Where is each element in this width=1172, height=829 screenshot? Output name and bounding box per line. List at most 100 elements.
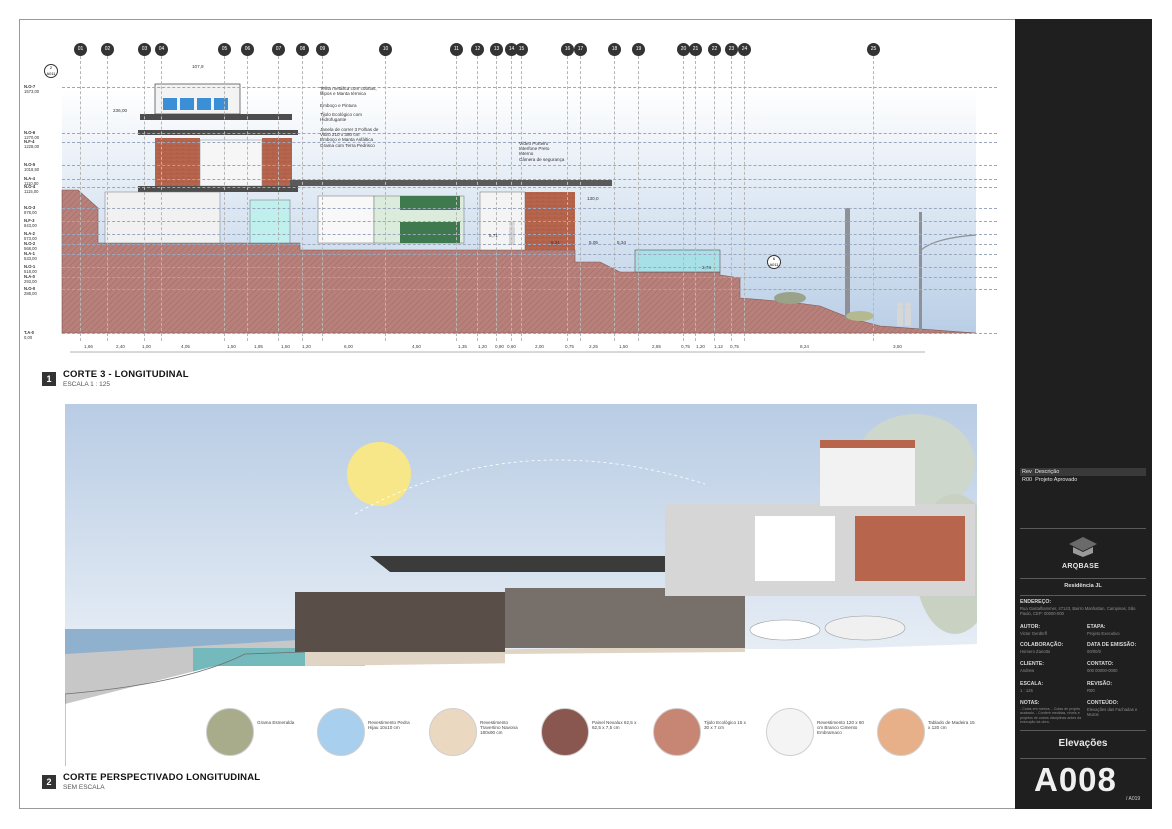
- level-marker: N.O-2 568,00: [24, 241, 37, 251]
- level-value: 1228,00: [24, 144, 40, 149]
- level-line: [62, 179, 997, 180]
- dimension-value: 0,90: [495, 344, 504, 349]
- level-annotation: 5,71: [489, 233, 498, 238]
- data-value: 00/00/0: [1087, 649, 1101, 654]
- grid-line: [873, 56, 874, 341]
- level-marker: N.O-4 1115,00: [24, 184, 39, 194]
- divider: [1020, 730, 1146, 731]
- level-marker: N.O-3 878,00: [24, 205, 37, 215]
- dimension-value: 8,24: [800, 344, 809, 349]
- conteudo-value: Elevações das Fachadas e Muros: [1087, 707, 1138, 717]
- dimension-value: 1,50: [281, 344, 290, 349]
- divider: [1020, 528, 1146, 529]
- level-line: [62, 187, 997, 188]
- grid-line: [714, 56, 715, 341]
- revision-row: R00 Projeto Aprovado: [1020, 476, 1146, 484]
- grid-line: [107, 56, 108, 341]
- level-line: [62, 87, 997, 88]
- note-line: Emboço e Pintura: [320, 103, 357, 109]
- grid-line: [511, 56, 512, 341]
- level-value: 1573,00: [24, 89, 40, 94]
- grid-line: [638, 56, 639, 341]
- divider: [1020, 595, 1146, 596]
- grid-line: [521, 56, 522, 341]
- grid-axis-bubble: 07: [272, 43, 285, 56]
- dim-annotation: 107,9: [192, 64, 204, 69]
- grid-axis-bubble: 08: [296, 43, 309, 56]
- grid-line: [567, 56, 568, 341]
- revision-header: Rev Descrição: [1020, 468, 1146, 476]
- level-marker: N.O-7 1573,00: [24, 84, 39, 94]
- view-scale: SEM ESCALA: [63, 784, 105, 791]
- grid-line: [80, 56, 81, 341]
- level-value: 288,00: [24, 291, 37, 296]
- dim-annotation: 130,0: [587, 196, 599, 201]
- grid-axis-bubble: 12: [471, 43, 484, 56]
- grid-axis-bubble: 01: [74, 43, 87, 56]
- level-marker: N.A-2 573,00: [24, 231, 37, 241]
- note-line: Telha metálica com cobrias, filipos e Ma…: [320, 86, 377, 97]
- grid-axis-bubble: 04: [155, 43, 168, 56]
- dimension-value: 0,75: [730, 344, 739, 349]
- cliente-value: Andrew: [1020, 668, 1035, 673]
- material-label: Tablado de Madeira 15 x 120 cm: [928, 720, 975, 731]
- grid-axis-bubble: 18: [608, 43, 621, 56]
- project-name: Residência JL: [1064, 583, 1102, 589]
- perspective-render: [65, 404, 977, 766]
- section-drawing: [61, 83, 977, 353]
- title-block: [1015, 19, 1152, 809]
- gate-notes: Vídeo Porteiro Interfone Preto Interno C…: [519, 141, 579, 162]
- sheet-total: / A019: [1126, 796, 1141, 802]
- dimension-value: 3,50: [893, 344, 902, 349]
- dimension-value: 1,35: [458, 344, 467, 349]
- callout-sheet: A011: [46, 71, 56, 76]
- dimension-value: 2,40: [116, 344, 125, 349]
- endereco-value: Rua Gastalhammer, 47143, Bairro Manhatta…: [1020, 606, 1136, 616]
- logo-icon: [1069, 537, 1097, 557]
- grid-line: [161, 56, 162, 341]
- grid-axis-bubble: 16: [561, 43, 574, 56]
- level-line: [62, 221, 997, 222]
- level-line: [62, 208, 997, 209]
- level-line: [62, 234, 997, 235]
- section-callout[interactable]: 6 A011: [767, 255, 781, 269]
- level-line: [62, 133, 997, 134]
- grid-axis-bubble: 09: [316, 43, 329, 56]
- grid-axis-bubble: 05: [218, 43, 231, 56]
- data-label: DATA DE EMISSÃO:: [1087, 642, 1137, 648]
- material-swatch: [766, 708, 814, 756]
- view-scale: ESCALA 1 : 125: [63, 381, 110, 388]
- dimension-value: 1,20: [478, 344, 487, 349]
- roof-notes: Telha metálica com cobrias, filipos e Ma…: [320, 86, 380, 148]
- dimension-value: 1,12: [714, 344, 723, 349]
- dimension-value: 1,00: [142, 344, 151, 349]
- dimension-value: 1,50: [227, 344, 236, 349]
- level-annotation: 5,34: [617, 240, 626, 245]
- note-line: Janela de correr 3 Folhas de Vidro 210 x…: [320, 127, 379, 138]
- note-line: Câmera de segurança: [519, 156, 565, 162]
- dim-annotation: 236,00: [113, 108, 128, 113]
- view-number: 2: [42, 775, 56, 789]
- level-line: [62, 277, 997, 278]
- level-marker: N.O-1 518,00: [24, 264, 37, 274]
- level-line: [62, 333, 997, 334]
- grid-line: [744, 56, 745, 341]
- level-value: 533,00: [24, 256, 37, 261]
- rev-header-rev: Rev: [1022, 469, 1032, 475]
- view-title: CORTE 3 - LONGITUDINAL: [63, 369, 189, 380]
- level-annotation: 2,74: [702, 265, 711, 270]
- escala-label: ESCALA:: [1020, 681, 1044, 687]
- rev-desc: Projeto Aprovado: [1035, 477, 1078, 483]
- dimension-value: 2,25: [589, 344, 598, 349]
- material-label: Grama Esmeralda: [257, 720, 295, 725]
- colaboracao-value: Homero Zanotto: [1020, 649, 1051, 654]
- section-callout[interactable]: 2 A011: [44, 64, 58, 78]
- rev-code: R00: [1022, 477, 1033, 483]
- grid-axis-bubble: 11: [450, 43, 463, 56]
- level-value: 293,00: [24, 279, 37, 284]
- material-label: Revestimento Travertino Navona 180x90 cm: [480, 720, 518, 736]
- grid-line: [385, 56, 386, 341]
- grid-axis-bubble: 06: [241, 43, 254, 56]
- view-title: CORTE PERSPECTIVADO LONGITUDINAL: [63, 772, 261, 783]
- grid-line: [477, 56, 478, 341]
